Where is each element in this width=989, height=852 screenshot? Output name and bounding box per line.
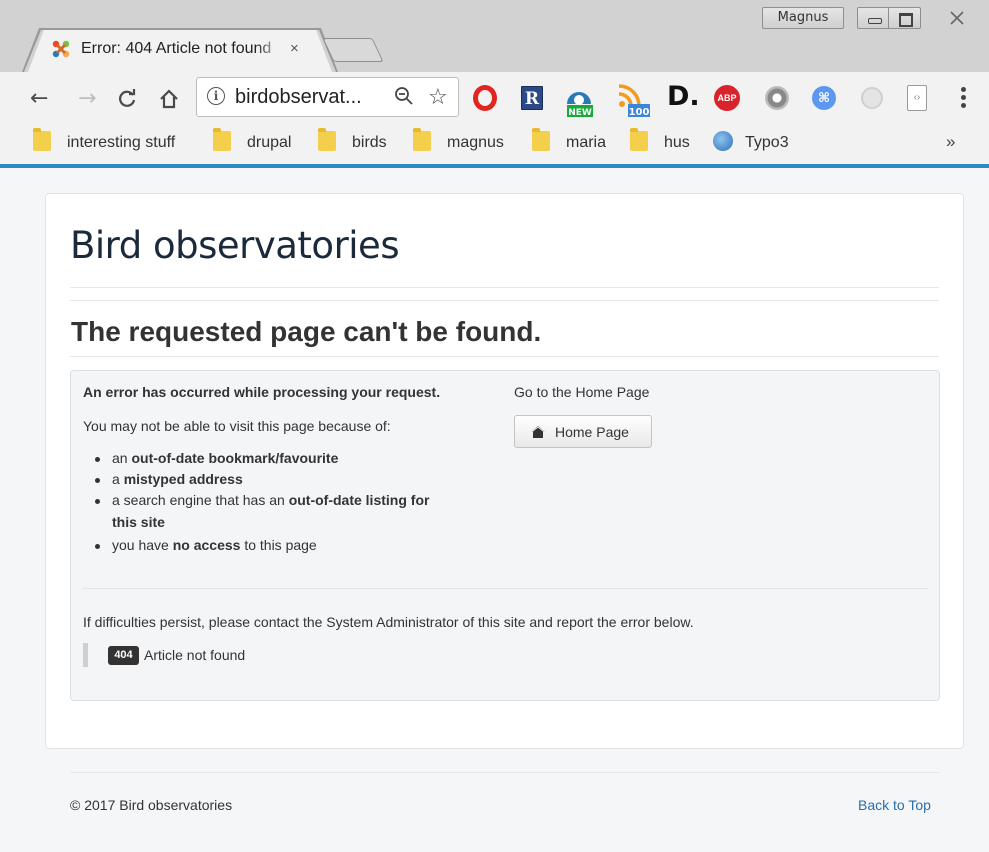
blockquote-bar xyxy=(83,643,88,667)
tab-close-icon[interactable]: × xyxy=(290,40,299,57)
new-badge-label: NEW xyxy=(568,108,592,118)
back-to-top-link[interactable]: Back to Top xyxy=(858,797,931,813)
back-icon[interactable]: ← xyxy=(30,87,48,111)
info-icon[interactable]: i xyxy=(207,87,225,105)
reason-item: a search engine that has an out-of-date … xyxy=(112,492,430,508)
error-message: Article not found xyxy=(144,647,246,663)
document-extension-icon[interactable]: ‹› xyxy=(907,85,927,111)
bookmark-magnus[interactable]: magnus xyxy=(413,128,504,153)
divider xyxy=(70,300,939,301)
site-title[interactable]: Bird observatories xyxy=(70,224,400,267)
address-bar[interactable]: i birdobservat... ☆ xyxy=(196,77,459,117)
bookmark-typo3[interactable]: Typo3 xyxy=(713,131,789,153)
forward-icon[interactable]: → xyxy=(78,87,96,111)
rss-extension-icon[interactable]: 100 xyxy=(617,84,651,118)
bookmark-label: birds xyxy=(352,134,387,151)
home-button-label: Home Page xyxy=(555,424,629,440)
bookmark-hus[interactable]: hus xyxy=(630,128,690,153)
adblock-extension-icon[interactable]: ABP xyxy=(714,85,740,111)
bullet xyxy=(95,478,100,483)
folder-icon xyxy=(532,128,550,151)
minimize-button[interactable] xyxy=(857,7,889,29)
bookmark-label: maria xyxy=(566,134,607,151)
reload-icon[interactable] xyxy=(116,88,138,110)
profile-button[interactable]: Magnus xyxy=(762,7,844,29)
bookmark-label: drupal xyxy=(247,134,292,151)
bookmark-maria[interactable]: maria xyxy=(532,128,607,153)
reason-item: a mistyped address xyxy=(112,471,243,487)
reasons-intro: You may not be able to visit this page b… xyxy=(83,418,391,434)
contact-text: If difficulties persist, please contact … xyxy=(83,614,694,630)
bookmark-label: magnus xyxy=(447,134,504,151)
folder-icon xyxy=(413,128,431,151)
browser-menu-icon[interactable] xyxy=(956,84,970,114)
home-icon xyxy=(531,426,545,438)
close-icon xyxy=(950,11,964,25)
home-icon[interactable] xyxy=(158,88,180,110)
page-heading: The requested page can't be found. xyxy=(71,316,542,347)
maximize-button[interactable] xyxy=(889,7,921,29)
new-tab-button[interactable] xyxy=(322,38,384,62)
divider xyxy=(82,588,928,589)
error-intro: An error has occurred while processing y… xyxy=(83,384,441,400)
gear-extension-icon[interactable] xyxy=(765,86,789,110)
zoom-icon[interactable] xyxy=(394,86,414,106)
bullet xyxy=(95,499,100,504)
bookmark-label: interesting stuff xyxy=(67,134,176,151)
bookmark-drupal[interactable]: drupal xyxy=(213,128,292,153)
globe-icon xyxy=(713,131,733,151)
bookmark-star-icon[interactable]: ☆ xyxy=(428,84,448,110)
opera-extension-icon[interactable] xyxy=(473,85,497,111)
d-extension-icon[interactable]: D. xyxy=(667,82,700,112)
joomla-favicon-icon xyxy=(52,40,70,58)
divider xyxy=(70,356,939,357)
bookmark-label: hus xyxy=(664,134,690,151)
error-code-badge: 404 xyxy=(108,646,139,665)
tab-title: Error: 404 Article not found xyxy=(81,40,272,57)
home-page-button[interactable]: Home Page xyxy=(514,415,652,448)
r-extension-icon[interactable]: R xyxy=(521,86,543,110)
bullet xyxy=(95,544,100,549)
folder-icon xyxy=(33,128,51,151)
folder-icon xyxy=(630,128,648,151)
url-text[interactable]: birdobservat... xyxy=(235,86,362,109)
loading-accent-line xyxy=(0,164,989,168)
bookmark-interesting-stuff[interactable]: interesting stuff xyxy=(33,128,176,153)
close-window-button[interactable] xyxy=(934,7,980,29)
bookmarks-overflow-button[interactable]: » xyxy=(946,132,955,152)
rss-count-label: 100 xyxy=(629,107,650,118)
bookmark-birds[interactable]: birds xyxy=(318,128,387,153)
folder-icon xyxy=(318,128,336,151)
reason-item-continued: this site xyxy=(112,514,165,530)
footer-copyright: © 2017 Bird observatories xyxy=(70,797,233,813)
go-home-text: Go to the Home Page xyxy=(514,384,650,400)
command-extension-icon[interactable]: ⌘ xyxy=(812,86,836,110)
footer-divider xyxy=(70,772,939,773)
grey-extension-icon[interactable] xyxy=(861,87,883,109)
reason-item: you have no access to this page xyxy=(112,537,317,553)
folder-icon xyxy=(213,128,231,151)
bullet xyxy=(95,457,100,462)
new-extension-icon[interactable]: NEW xyxy=(563,84,595,118)
divider xyxy=(70,287,939,288)
bookmark-label: Typo3 xyxy=(745,134,789,151)
reason-item: an out-of-date bookmark/favourite xyxy=(112,450,339,466)
